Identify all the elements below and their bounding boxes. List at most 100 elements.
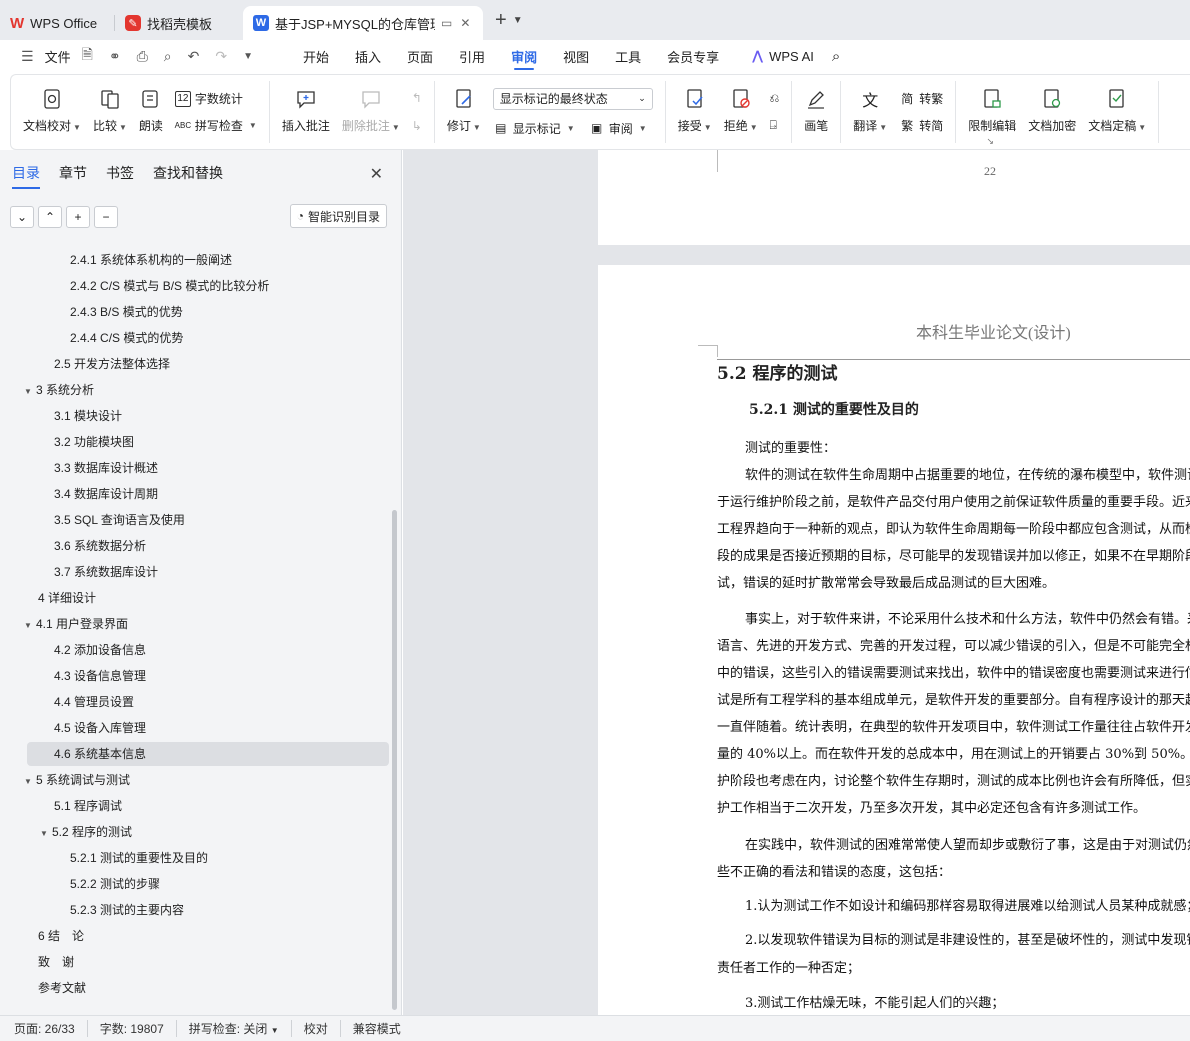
- toc-item[interactable]: ▼ 5 系统调试与测试: [24, 768, 130, 792]
- word-count-button[interactable]: 12 字数统计: [174, 90, 257, 107]
- print-icon[interactable]: ⎙: [132, 48, 153, 65]
- toc-item[interactable]: 2.4.4 C/S 模式的优势: [70, 326, 183, 350]
- tab-bookmarks[interactable]: 书签: [106, 157, 134, 189]
- to-simplified-button[interactable]: 繁转简: [899, 117, 943, 134]
- add-heading-button[interactable]: +: [66, 206, 90, 228]
- chevron-down-icon[interactable]: ▼: [513, 15, 523, 26]
- close-icon[interactable]: ✕: [370, 164, 383, 184]
- show-markup-button[interactable]: ▤ 显示标记 ▼: [493, 120, 575, 137]
- remove-heading-button[interactable]: −: [94, 206, 118, 228]
- smart-toc-button[interactable]: ◔ 智能识别目录: [289, 204, 387, 228]
- save-icon[interactable]: 🗎: [77, 44, 98, 68]
- next-change-icon[interactable]: ⍈: [770, 118, 780, 133]
- toc-item[interactable]: 3.3 数据库设计概述: [54, 456, 158, 480]
- insert-comment-button[interactable]: 插入批注: [276, 81, 336, 143]
- ink-button[interactable]: 画笔: [798, 81, 834, 143]
- caret-down-icon[interactable]: ▼: [24, 380, 36, 404]
- toc-item[interactable]: 2.4.2 C/S 模式与 B/S 模式的比较分析: [70, 274, 269, 298]
- share-icon[interactable]: ⚭: [104, 48, 126, 65]
- toc-item[interactable]: 2.5 开发方法整体选择: [54, 352, 170, 376]
- next-comment-icon[interactable]: ↳: [412, 119, 422, 133]
- collapse-up-button[interactable]: ⌃: [38, 206, 62, 228]
- close-icon[interactable]: ✕: [460, 16, 470, 30]
- toc-item[interactable]: 3.1 模块设计: [54, 404, 122, 428]
- tab-docer-templates[interactable]: ✎ 找稻壳模板: [115, 6, 243, 40]
- spell-check-button[interactable]: ABC 拼写检查 ▼: [175, 117, 257, 134]
- caret-down-icon[interactable]: ▼: [40, 240, 52, 248]
- finalize-button[interactable]: 文档定稿 ▼: [1082, 81, 1152, 143]
- tab-document[interactable]: W 基于JSP+MYSQL的仓库管理系 ▭ ✕: [243, 6, 483, 40]
- toc-item[interactable]: 3.5 SQL 查询语言及使用: [54, 508, 185, 532]
- review-pane-button[interactable]: ▣ 审阅 ▼: [589, 120, 647, 137]
- toc-item[interactable]: 4 详细设计: [38, 586, 96, 610]
- toc-item[interactable]: ▼ 4.1 用户登录界面: [24, 612, 128, 636]
- current-page[interactable]: 本科生毕业论文(设计) 5.2 程序的测试 5.2.1 测试的重要性及目的 测试…: [598, 265, 1190, 1015]
- doc-check-button[interactable]: 文档校对 ▼: [17, 81, 87, 143]
- tab-wps-office[interactable]: W WPS Office: [0, 6, 115, 40]
- monitor-icon[interactable]: ▭: [441, 16, 452, 30]
- toc-item[interactable]: 参考文献: [38, 976, 86, 1000]
- toc-item[interactable]: 2.4.3 B/S 模式的优势: [70, 300, 183, 324]
- menu-references[interactable]: 引用: [446, 40, 498, 72]
- redo-icon[interactable]: ↷: [210, 48, 232, 65]
- tab-chapters[interactable]: 章节: [59, 157, 87, 189]
- toc-item[interactable]: 6 结 论: [38, 924, 84, 948]
- word-count-indicator[interactable]: 字数: 19807: [100, 1020, 177, 1037]
- new-tab-icon[interactable]: +: [495, 9, 507, 32]
- track-changes-button[interactable]: 修订 ▼: [441, 81, 487, 143]
- undo-icon[interactable]: ↶: [183, 48, 205, 65]
- read-aloud-button[interactable]: 朗读: [133, 81, 169, 143]
- toc-item[interactable]: 5.2.2 测试的步骤: [70, 872, 160, 896]
- file-menu[interactable]: 文件: [45, 47, 71, 66]
- caret-down-icon[interactable]: ▼: [40, 822, 52, 846]
- tab-find-replace[interactable]: 查找和替换: [153, 157, 223, 189]
- proof-indicator[interactable]: 校对: [304, 1020, 341, 1037]
- toc-item[interactable]: 4.3 设备信息管理: [54, 664, 146, 688]
- restrict-edit-button[interactable]: 限制编辑: [962, 81, 1022, 143]
- toc-item[interactable]: 4.4 管理员设置: [54, 690, 134, 714]
- page-indicator[interactable]: 页面: 26/33: [14, 1020, 88, 1037]
- chevron-down-icon[interactable]: ▼: [238, 51, 258, 62]
- toc-item[interactable]: 5.1 程序调试: [54, 794, 122, 818]
- toc-item[interactable]: 5.2.1 测试的重要性及目的: [70, 846, 208, 870]
- toc-item[interactable]: ▼ 3 系统分析: [24, 378, 94, 402]
- toc-item[interactable]: ▼ 5.2 程序的测试: [40, 820, 132, 844]
- compare-button[interactable]: 比较 ▼: [87, 81, 133, 143]
- to-traditional-button[interactable]: 简转繁: [899, 90, 943, 107]
- toc-item[interactable]: 致 谢: [38, 950, 74, 974]
- menu-page[interactable]: 页面: [394, 40, 446, 72]
- caret-down-icon[interactable]: ▼: [24, 770, 36, 794]
- spell-check-indicator[interactable]: 拼写检查: 关闭 ▼: [189, 1020, 292, 1037]
- menu-tools[interactable]: 工具: [602, 40, 654, 72]
- delete-comment-button[interactable]: 删除批注 ▼: [336, 81, 406, 143]
- toc-item[interactable]: 3.6 系统数据分析: [54, 534, 146, 558]
- menu-home[interactable]: 开始: [290, 40, 342, 72]
- menu-review[interactable]: 审阅: [498, 40, 550, 72]
- translate-button[interactable]: 文 翻译 ▼: [847, 81, 893, 143]
- menu-member[interactable]: 会员专享: [654, 40, 732, 72]
- previous-change-icon[interactable]: ⎌: [770, 91, 780, 106]
- previous-comment-icon[interactable]: ↰: [412, 91, 422, 105]
- toc-item[interactable]: 4.6 系统基本信息: [27, 742, 389, 766]
- toc-item[interactable]: 4.5 设备入库管理: [54, 716, 146, 740]
- toc-item[interactable]: ▼2.4 体系结构: [40, 240, 120, 246]
- menu-view[interactable]: 视图: [550, 40, 602, 72]
- caret-down-icon[interactable]: ▼: [24, 614, 36, 638]
- print-preview-icon[interactable]: ⌕: [159, 48, 177, 65]
- toc-scrollbar[interactable]: [392, 510, 397, 1010]
- dialog-launcher-icon[interactable]: ↘: [986, 136, 994, 147]
- toc-item[interactable]: 2.4.1 系统体系机构的一般阐述: [70, 248, 232, 272]
- expand-down-button[interactable]: ⌄: [10, 206, 34, 228]
- reject-button[interactable]: 拒绝 ▼: [718, 81, 764, 143]
- toc-item[interactable]: 4.2 添加设备信息: [54, 638, 146, 662]
- search-icon[interactable]: ⌕: [832, 48, 840, 65]
- toc-item[interactable]: 3.2 功能模块图: [54, 430, 134, 454]
- markup-state-select[interactable]: 显示标记的最终状态 ⌄: [492, 87, 653, 110]
- tab-toc[interactable]: 目录: [12, 157, 40, 189]
- hamburger-icon[interactable]: ☰: [16, 48, 39, 65]
- toc-item[interactable]: 3.7 系统数据库设计: [54, 560, 158, 584]
- encrypt-button[interactable]: 文档加密: [1022, 81, 1082, 143]
- accept-button[interactable]: 接受 ▼: [672, 81, 718, 143]
- toc-item[interactable]: 3.4 数据库设计周期: [54, 482, 158, 506]
- wps-ai-button[interactable]: ⋀ WPS AI ⌕: [732, 48, 840, 65]
